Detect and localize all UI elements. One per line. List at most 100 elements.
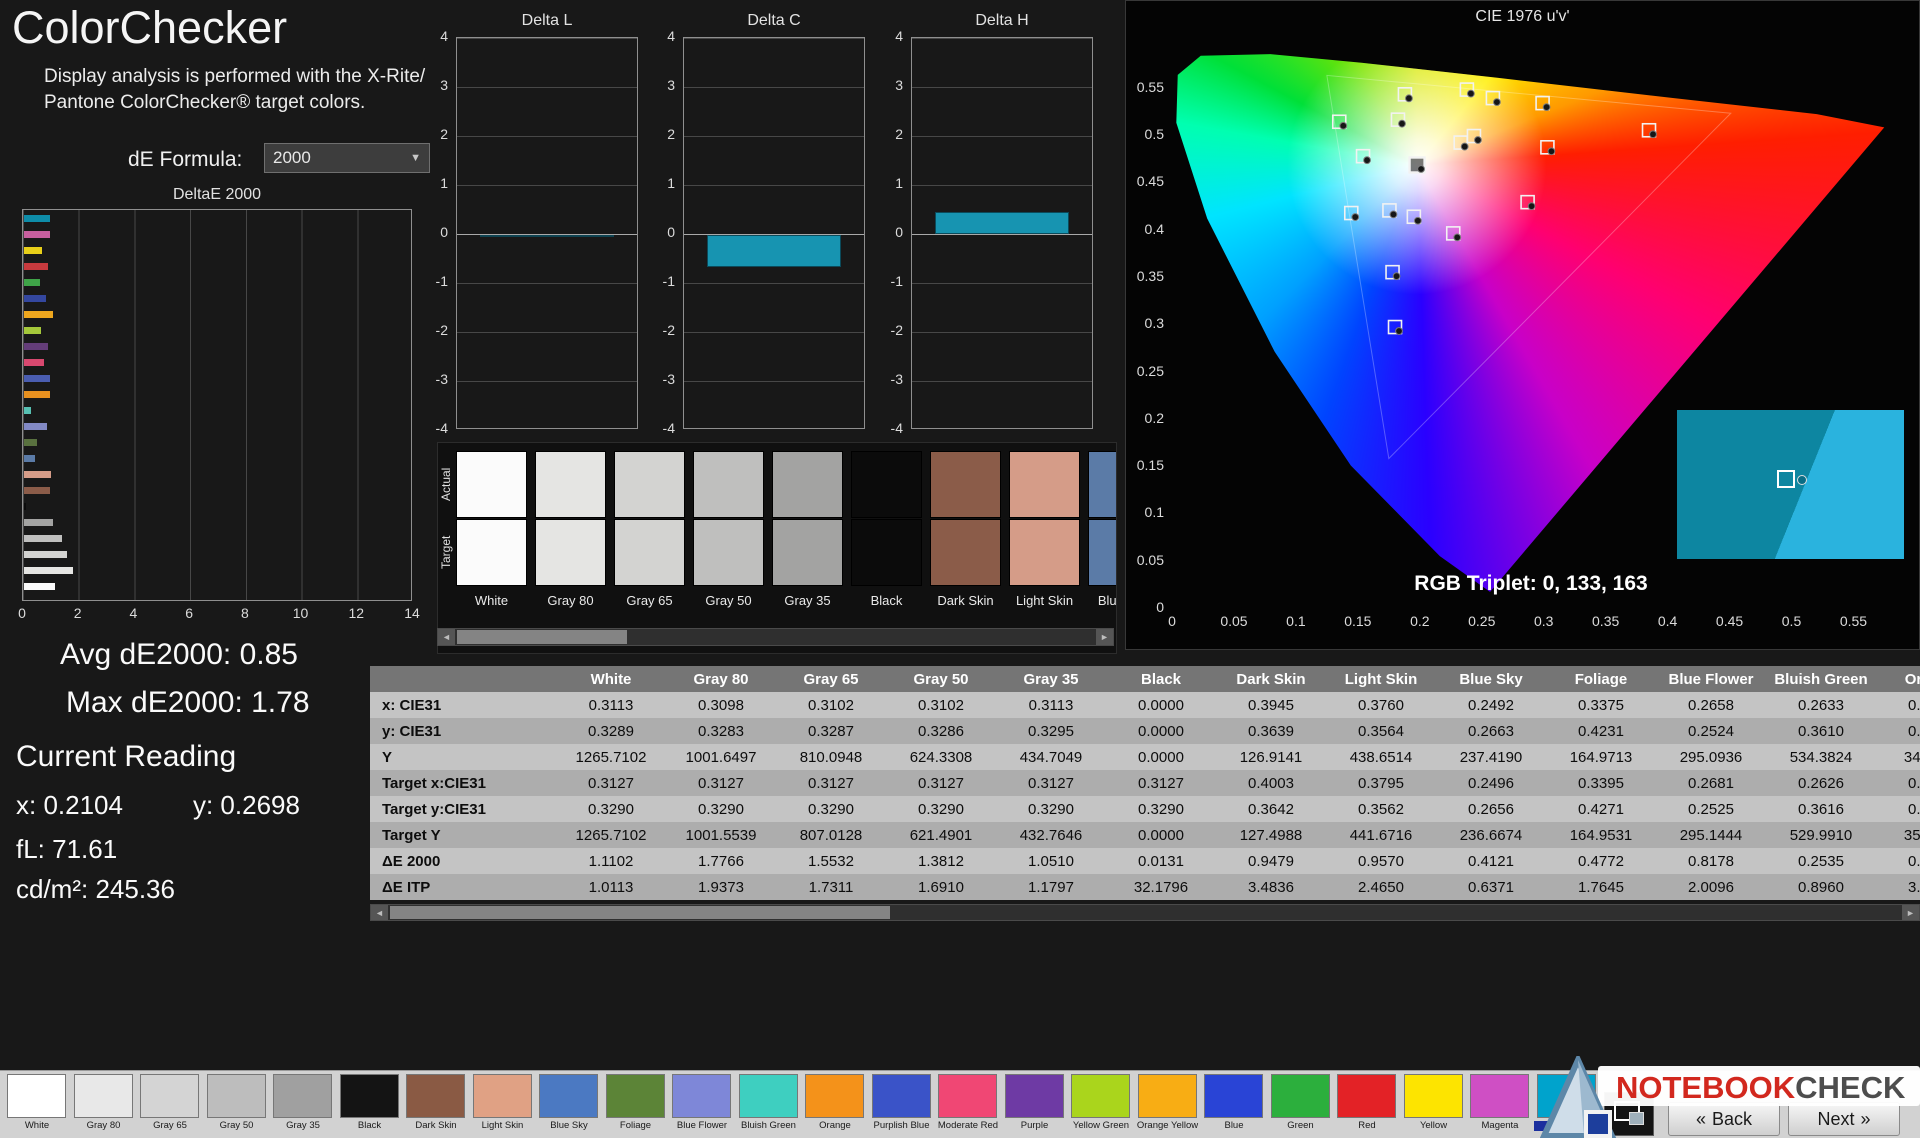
scroll-right-icon[interactable]: ►: [1902, 905, 1919, 920]
table-cell: 295.0936: [1656, 744, 1766, 770]
delta-y-tick: 1: [895, 175, 903, 191]
patch-tile-purplish-blue[interactable]: Purplish Blue: [871, 1072, 934, 1136]
patch-tile-bluish-green[interactable]: Bluish Green: [738, 1072, 801, 1136]
table-cell: 0.3102: [776, 692, 886, 718]
patch-tile-blue[interactable]: Blue: [1203, 1072, 1266, 1136]
table-cell: 0.3113: [556, 692, 666, 718]
deltae-x-tick: 2: [73, 605, 82, 621]
table-row-label: y: CIE31: [370, 718, 556, 744]
table-cell: 0.2633: [1766, 692, 1876, 718]
table-scrollbar-thumb[interactable]: [390, 906, 890, 919]
measurement-table: White Gray 80 Gray 65 Gray 50 Gray 35 Black Da…: [370, 666, 1920, 900]
table-cell: 127.4988: [1216, 822, 1326, 848]
table-cell: 0.5092: [1876, 692, 1920, 718]
patch-tile-label: Purple: [1020, 1120, 1049, 1131]
delta-chart-title-delta-h: Delta H: [975, 12, 1029, 29]
table-cell: 0.2535: [1766, 848, 1876, 874]
patch-tile-label: Orange: [819, 1120, 851, 1131]
patch-tile-yellow[interactable]: Yellow: [1403, 1072, 1466, 1136]
max-de2000-stat: Max dE2000: 1.78: [66, 686, 310, 719]
scroll-right-icon[interactable]: ►: [1096, 629, 1113, 645]
table-cell: 438.6514: [1326, 744, 1436, 770]
patch-tile-dark-skin[interactable]: Dark Skin: [405, 1072, 468, 1136]
compare-swatch-actual-gray-50: [693, 451, 764, 518]
scroll-left-icon[interactable]: ◄: [438, 629, 455, 645]
cie-measured-magenta: [1527, 202, 1536, 211]
deltae-bar-blue: [24, 295, 46, 302]
patch-tile-magenta[interactable]: Magenta: [1469, 1072, 1532, 1136]
zero-line: [457, 234, 637, 235]
table-cell: 3.4836: [1216, 874, 1326, 900]
delta-y-tick: 2: [895, 126, 903, 142]
back-button-label: Back: [1711, 1108, 1753, 1129]
patch-tile-black[interactable]: Black: [339, 1072, 402, 1136]
patch-tile-color: [1204, 1074, 1263, 1118]
table-cell: 164.9531: [1546, 822, 1656, 848]
patch-tile-foliage[interactable]: Foliage: [605, 1072, 668, 1136]
table-cell: 236.6674: [1436, 822, 1546, 848]
delta-y-tick: 0: [667, 224, 675, 240]
table-cell: 0.3290: [776, 796, 886, 822]
de-formula-select[interactable]: 2000 ▼: [264, 143, 430, 173]
table-cell: 0.2525: [1656, 796, 1766, 822]
table-cell: 0.0000: [1106, 744, 1216, 770]
table-col-foliage: Foliage: [1546, 666, 1656, 692]
patch-tile-white[interactable]: White: [6, 1072, 69, 1136]
comparison-scrollbar[interactable]: ◄ ►: [437, 628, 1114, 646]
patch-tile-label: Magenta: [1481, 1120, 1519, 1131]
delta-y-tick: -4: [662, 420, 675, 436]
patch-tile-gray-65[interactable]: Gray 65: [139, 1072, 202, 1136]
table-cell: 807.0128: [776, 822, 886, 848]
next-button[interactable]: Next »: [1788, 1102, 1900, 1136]
table-cell: 0.3616: [1766, 796, 1876, 822]
patch-tile-red[interactable]: Red: [1336, 1072, 1399, 1136]
patch-tile-gray-80[interactable]: Gray 80: [73, 1072, 136, 1136]
table-row-label: Target Y: [370, 822, 556, 848]
table-cell: 0.3290: [556, 796, 666, 822]
patch-tile-label: Yellow Green: [1072, 1120, 1130, 1131]
delta-chart-delta-c: [683, 37, 865, 429]
table-cell: 0.3290: [666, 796, 776, 822]
pattern-window-button[interactable]: [1604, 1092, 1654, 1136]
patch-tile-green[interactable]: Green: [1270, 1072, 1333, 1136]
deltae-bar-green: [24, 279, 40, 286]
table-col-black: Black: [1106, 666, 1216, 692]
patch-tile-purple[interactable]: Purple: [1004, 1072, 1067, 1136]
patch-tile-blue-flower[interactable]: Blue Flower: [671, 1072, 734, 1136]
delta-y-tick: 3: [895, 77, 903, 93]
table-cell: 0.4003: [1216, 770, 1326, 796]
table-cell: 1.0113: [556, 874, 666, 900]
compare-swatch-target-blue-sky: [1088, 519, 1116, 586]
patch-tile-gray-35[interactable]: Gray 35: [272, 1072, 335, 1136]
delta-y-tick: -3: [435, 371, 448, 387]
current-reading-heading: Current Reading: [16, 740, 237, 773]
comparison-scrollbar-thumb[interactable]: [457, 630, 627, 644]
patch-tile-moderate-red[interactable]: Moderate Red: [937, 1072, 1000, 1136]
table-cell: 0.3127: [776, 770, 886, 796]
table-cell: 1001.6497: [666, 744, 776, 770]
compare-swatch-actual-gray-80: [535, 451, 606, 518]
patch-tile-color: [406, 1074, 465, 1118]
patch-tile-gray-50[interactable]: Gray 50: [206, 1072, 269, 1136]
rgb-triplet-label: RGB Triplet: 0, 133, 163: [1414, 572, 1648, 595]
patch-tile-light-skin[interactable]: Light Skin: [472, 1072, 535, 1136]
page-title: ColorChecker: [12, 2, 288, 53]
table-cell: 0.3795: [1326, 770, 1436, 796]
patch-tile-orange[interactable]: Orange: [804, 1072, 867, 1136]
cie-measured-dark-skin: [1474, 136, 1482, 144]
delta-y-tick: -2: [662, 322, 675, 338]
table-cell: 0.3127: [556, 770, 666, 796]
back-button[interactable]: « Back: [1668, 1102, 1780, 1136]
patch-tile-cyan[interactable]: Cyan: [1533, 1072, 1600, 1136]
table-cell: 0.3127: [996, 770, 1106, 796]
patch-tile-orange-yellow[interactable]: Orange Yellow: [1137, 1072, 1200, 1136]
table-scrollbar[interactable]: ◄ ►: [370, 904, 1920, 921]
scroll-left-icon[interactable]: ◄: [371, 905, 388, 920]
patch-tile-blue-sky[interactable]: Blue Sky: [538, 1072, 601, 1136]
table-col-gray-35: Gray 35: [996, 666, 1106, 692]
table-cell: 1001.5539: [666, 822, 776, 848]
table-cell: 0.3760: [1326, 692, 1436, 718]
patch-tile-label: Bluish Green: [741, 1120, 796, 1131]
patch-tile-yellow-green[interactable]: Yellow Green: [1070, 1072, 1133, 1136]
patch-tile-label: Foliage: [619, 1120, 652, 1131]
